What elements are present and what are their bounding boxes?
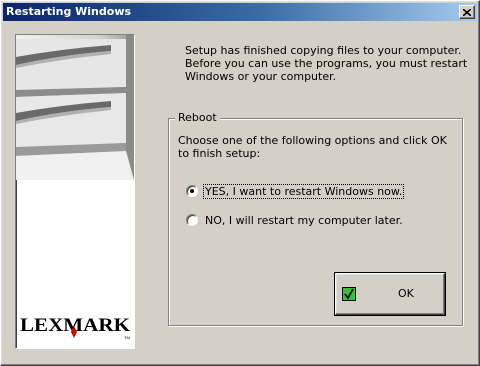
window-title: Restarting Windows	[6, 5, 132, 18]
radio-button-selected[interactable]	[186, 185, 198, 197]
ok-button-label: OK	[398, 287, 414, 300]
sidebar-panel: LEXMARK TM	[15, 34, 135, 349]
ok-button[interactable]: OK	[335, 273, 445, 315]
radio-restart-later[interactable]: NO, I will restart my computer later.	[186, 213, 404, 227]
lexmark-logo: LEXMARK TM	[20, 315, 130, 340]
close-button[interactable]	[459, 5, 475, 19]
title-bar[interactable]: Restarting Windows	[3, 3, 477, 21]
reboot-instructions: Choose one of the following options and …	[178, 134, 447, 160]
radio-restart-now-label: YES, I want to restart Windows now.	[202, 183, 405, 199]
restart-dialog: Restarting Windows LEXMARK TM Setup has …	[0, 0, 480, 366]
radio-restart-now[interactable]: YES, I want to restart Windows now.	[186, 183, 405, 199]
trademark-mark: TM	[124, 335, 130, 340]
reboot-groupbox-label: Reboot	[175, 111, 220, 124]
close-icon	[463, 8, 471, 16]
green-check-icon	[342, 287, 356, 301]
setup-message: Setup has finished copying files to your…	[185, 44, 468, 83]
radio-button-unselected[interactable]	[186, 214, 198, 226]
radio-restart-later-label: NO, I will restart my computer later.	[205, 213, 403, 227]
printer-trays-illustration	[16, 35, 134, 180]
radio-selected-dot	[190, 189, 194, 193]
